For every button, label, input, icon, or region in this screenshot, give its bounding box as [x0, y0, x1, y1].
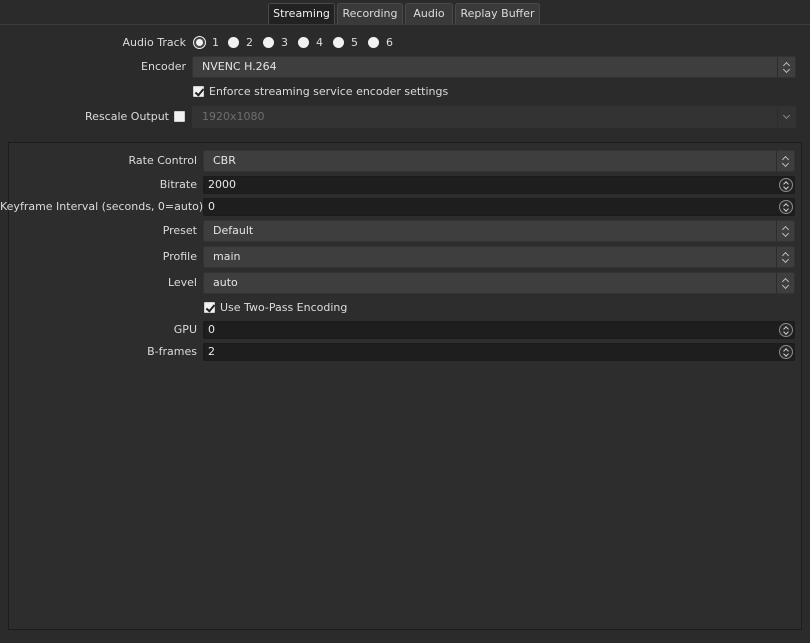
gpu-row: GPU 0 — [0, 319, 810, 341]
audio-track-radio-3[interactable] — [263, 37, 274, 48]
rate-control-select[interactable]: CBR — [203, 150, 795, 172]
level-select[interactable]: auto — [203, 272, 795, 294]
rate-control-value: CBR — [213, 154, 236, 167]
two-pass-row: Use Two-Pass Encoding — [0, 297, 810, 319]
gpu-spinbox[interactable]: 0 — [203, 321, 795, 339]
level-value: auto — [213, 276, 238, 289]
bframes-row: B-frames 2 — [0, 341, 810, 363]
rescale-label: Rescale Output — [85, 110, 169, 123]
rescale-row: Rescale Output 1920x1080 — [0, 106, 810, 128]
audio-track-radio-6[interactable] — [368, 37, 379, 48]
audio-track-option-2: 2 — [246, 36, 253, 49]
enforce-checkbox[interactable] — [193, 86, 204, 97]
preset-select[interactable]: Default — [203, 220, 795, 242]
preset-label: Preset — [162, 224, 197, 237]
keyframe-spinbox[interactable]: 0 — [203, 198, 795, 216]
audio-track-option-1: 1 — [212, 36, 219, 49]
audio-track-radio-5[interactable] — [333, 37, 344, 48]
gpu-value: 0 — [208, 323, 215, 336]
enforce-row: Enforce streaming service encoder settin… — [0, 81, 810, 103]
encoder-label: Encoder — [141, 60, 186, 73]
audio-track-radio-4[interactable] — [298, 37, 309, 48]
bitrate-label: Bitrate — [159, 178, 197, 191]
rate-control-label: Rate Control — [128, 154, 197, 167]
rescale-checkbox[interactable] — [174, 111, 185, 122]
tab-streaming[interactable]: Streaming — [268, 3, 335, 25]
tab-replay-buffer[interactable]: Replay Buffer — [455, 3, 540, 25]
tab-recording[interactable]: Recording — [337, 3, 403, 25]
level-label: Level — [167, 276, 197, 289]
keyframe-value: 0 — [208, 200, 215, 213]
updown-arrows-icon — [777, 57, 795, 77]
two-pass-label: Use Two-Pass Encoding — [220, 301, 348, 314]
audio-track-row: Audio Track 1 2 3 4 5 6 — [0, 32, 810, 54]
rate-control-row: Rate Control CBR — [0, 150, 810, 172]
audio-track-option-5: 5 — [351, 36, 358, 49]
updown-arrows-icon — [776, 247, 794, 267]
encoder-select[interactable]: NVENC H.264 — [192, 56, 796, 78]
preset-row: Preset Default — [0, 220, 810, 242]
audio-track-option-6: 6 — [386, 36, 393, 49]
spin-arrows-icon[interactable] — [779, 345, 793, 359]
chevron-down-icon — [777, 107, 795, 127]
updown-arrows-icon — [776, 151, 794, 171]
encoder-value: NVENC H.264 — [202, 60, 277, 73]
level-row: Level auto — [0, 272, 810, 294]
audio-track-radio-1[interactable] — [194, 37, 205, 48]
spin-arrows-icon[interactable] — [779, 178, 793, 192]
tab-audio[interactable]: Audio — [405, 3, 453, 25]
profile-label: Profile — [162, 250, 197, 263]
keyframe-label: Keyframe Interval (seconds, 0=auto) — [0, 200, 204, 213]
output-settings-window: Streaming Recording Audio Replay Buffer … — [0, 0, 810, 643]
audio-track-option-4: 4 — [316, 36, 323, 49]
tab-bar: Streaming Recording Audio Replay Buffer — [0, 3, 810, 25]
bitrate-spinbox[interactable]: 2000 — [203, 176, 795, 194]
gpu-label: GPU — [173, 323, 197, 336]
spin-arrows-icon[interactable] — [779, 323, 793, 337]
spin-arrows-icon[interactable] — [779, 200, 793, 214]
audio-track-radio-2[interactable] — [228, 37, 239, 48]
two-pass-checkbox[interactable] — [204, 302, 215, 313]
enforce-label: Enforce streaming service encoder settin… — [209, 85, 449, 98]
bframes-label: B-frames — [147, 345, 197, 358]
bframes-spinbox[interactable]: 2 — [203, 343, 795, 361]
profile-select[interactable]: main — [203, 246, 795, 268]
updown-arrows-icon — [776, 221, 794, 241]
bitrate-row: Bitrate 2000 — [0, 174, 810, 196]
profile-row: Profile main — [0, 246, 810, 268]
bitrate-value: 2000 — [208, 178, 236, 191]
profile-value: main — [213, 250, 241, 263]
updown-arrows-icon — [776, 273, 794, 293]
audio-track-option-3: 3 — [281, 36, 288, 49]
audio-track-label: Audio Track — [122, 36, 186, 49]
rescale-resolution-select[interactable]: 1920x1080 — [192, 106, 796, 128]
preset-value: Default — [213, 224, 254, 237]
encoder-row: Encoder NVENC H.264 — [0, 56, 810, 78]
rescale-value: 1920x1080 — [202, 110, 265, 123]
keyframe-row: Keyframe Interval (seconds, 0=auto) 0 — [0, 196, 810, 218]
bframes-value: 2 — [208, 345, 215, 358]
tab-divider — [0, 24, 810, 25]
